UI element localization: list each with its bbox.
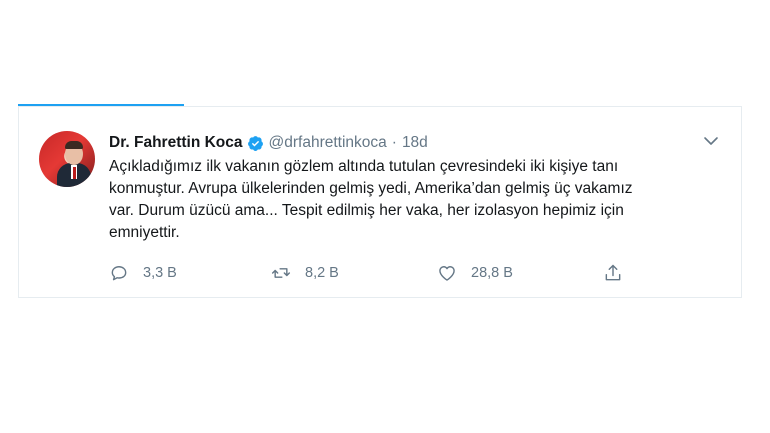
tweet-text-line: emniyettir. bbox=[109, 224, 180, 241]
tweet-text-line: var. Durum üzücü ama... Tespit edilmiş h… bbox=[109, 202, 624, 219]
chevron-down-icon[interactable] bbox=[703, 135, 719, 147]
reply-button[interactable]: 3,3 B bbox=[109, 263, 177, 283]
reply-icon bbox=[111, 266, 127, 281]
tweet-card[interactable]: Dr. Fahrettin Koca @drfahrettinkoca · 18… bbox=[18, 106, 742, 298]
tweet-text: Açıkladığımız ilk vakanın gözlem altında… bbox=[109, 156, 729, 244]
retweet-button[interactable]: 8,2 B bbox=[271, 263, 339, 283]
avatar-tie bbox=[73, 167, 76, 179]
avatar[interactable] bbox=[39, 131, 95, 187]
retweet-count: 8,2 B bbox=[305, 265, 339, 281]
separator-dot: · bbox=[391, 134, 397, 151]
avatar-hair bbox=[65, 141, 83, 149]
tweet-header: Dr. Fahrettin Koca @drfahrettinkoca · 18… bbox=[109, 133, 428, 153]
author-handle[interactable]: @drfahrettinkoca bbox=[269, 134, 387, 152]
retweet-icon bbox=[271, 268, 291, 278]
tweet-text-line: konmuştur. Avrupa ülkelerinden gelmiş ye… bbox=[109, 180, 633, 197]
share-icon bbox=[605, 264, 621, 281]
like-count: 28,8 B bbox=[471, 265, 513, 281]
author-name[interactable]: Dr. Fahrettin Koca bbox=[109, 134, 243, 152]
verified-badge-icon bbox=[247, 135, 263, 151]
heart-icon bbox=[439, 266, 455, 281]
tweet-text-line: Açıkladığımız ilk vakanın gözlem altında… bbox=[109, 158, 619, 175]
share-button[interactable] bbox=[603, 263, 637, 283]
tweet-actions: 3,3 B 8,2 B 28,8 B bbox=[107, 263, 637, 283]
reply-count: 3,3 B bbox=[143, 265, 177, 281]
like-button[interactable]: 28,8 B bbox=[437, 263, 513, 283]
tweet-timestamp[interactable]: 18d bbox=[402, 134, 428, 152]
